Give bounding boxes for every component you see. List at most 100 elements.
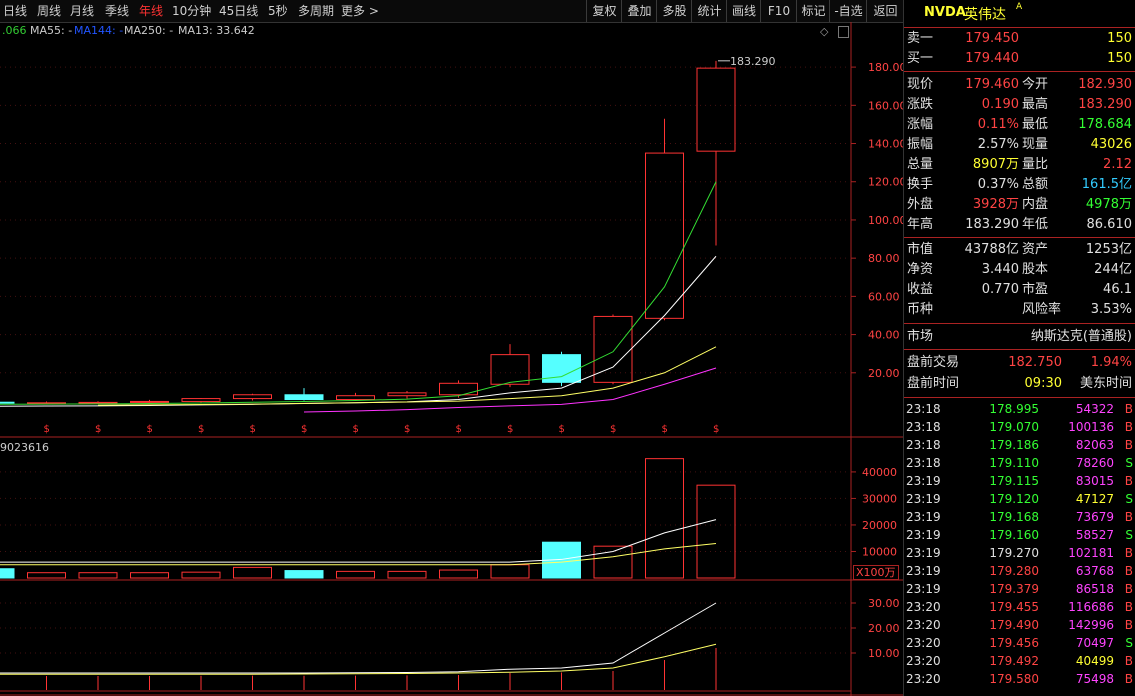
indicator-tick-label: 10.00 <box>868 647 900 660</box>
premarket-price: 182.750 <box>1008 355 1062 370</box>
tool-button-0[interactable]: 复权 <box>586 0 622 22</box>
bid-label: 买一 <box>907 51 934 66</box>
volume-bar <box>645 458 684 579</box>
period-tab-9[interactable]: 更多 > <box>341 0 379 22</box>
tool-button-7[interactable]: -自选 <box>829 0 867 22</box>
tick-time: 23:20 <box>906 600 941 614</box>
period-tab-6[interactable]: 45日线 <box>219 0 258 22</box>
trade-tick-row: 23:18 179.070 100136 B <box>904 418 1135 436</box>
tick-side: S <box>1125 528 1133 542</box>
tick-volume: 58527 <box>1075 528 1114 542</box>
volume-legend: 9023616 <box>0 441 49 454</box>
bid-price: 179.440 <box>965 51 1019 66</box>
tick-side: B <box>1124 402 1133 416</box>
trade-tick-row: 23:19 179.270 102181 B <box>904 544 1135 562</box>
tick-price: 179.186 <box>989 438 1039 452</box>
tick-side: S <box>1125 492 1133 506</box>
premarket-time-label: 盘前时间 <box>907 376 960 391</box>
candle-body <box>130 400 169 403</box>
candlestick-chart[interactable]: 180.00 160.00 140.00 120.00 100.00 80.00 60.00… <box>0 22 903 696</box>
market-row: 市场 纳斯达克(普通股) <box>904 327 1135 347</box>
tick-time: 23:19 <box>906 564 941 578</box>
premarket-row: 盘前交易 182.750 1.94% <box>904 353 1135 373</box>
tick-time: 23:19 <box>906 492 941 506</box>
tick-side: B <box>1124 654 1133 668</box>
dividend-marker: $ <box>507 424 513 435</box>
period-tab-8[interactable]: 多周期 <box>298 0 334 22</box>
tick-time: 23:18 <box>906 438 941 452</box>
volume-tick-label: 20000 <box>862 519 897 532</box>
dividend-marker: $ <box>404 424 410 435</box>
tool-button-2[interactable]: 多股 <box>656 0 692 22</box>
period-tab-4[interactable]: 年线 <box>139 0 163 22</box>
quote-label: 内盘 <box>1022 197 1049 212</box>
ask-label: 卖一 <box>907 31 934 46</box>
tick-volume: 142996 <box>1068 618 1114 632</box>
tick-volume: 75498 <box>1075 672 1114 686</box>
candle-body <box>645 152 684 319</box>
quote-value: 4978万 <box>1085 197 1132 212</box>
quote-value: 0.190 <box>981 97 1019 112</box>
tick-time: 23:19 <box>906 546 941 560</box>
premarket-zone: 美东时间 <box>1079 376 1132 391</box>
fund-label: 风险率 <box>1022 302 1062 317</box>
tick-price: 179.492 <box>989 654 1039 668</box>
quote-row: 涨跌 0.190 最高 183.290 <box>904 95 1135 115</box>
fund-value: 1253亿 <box>1085 242 1132 257</box>
indicator-tick-label: 20.00 <box>868 622 900 635</box>
tick-time: 23:18 <box>906 402 941 416</box>
tick-time: 23:18 <box>906 420 941 434</box>
tool-button-4[interactable]: 画线 <box>726 0 761 22</box>
tick-side: B <box>1124 420 1133 434</box>
dividend-marker: $ <box>301 424 307 435</box>
period-tab-0[interactable]: 日线 <box>3 0 27 22</box>
tick-volume: 70497 <box>1075 636 1114 650</box>
fund-value: 0.770 <box>981 282 1019 297</box>
tick-side: B <box>1124 510 1133 524</box>
tool-button-8[interactable]: 返回 <box>866 0 904 22</box>
volume-bar <box>387 570 427 579</box>
period-tab-1[interactable]: 周线 <box>37 0 61 22</box>
tick-price: 179.120 <box>989 492 1039 506</box>
volume-ma-yellow <box>0 543 717 566</box>
trade-tick-row: 23:19 179.379 86518 B <box>904 580 1135 598</box>
period-tab-2[interactable]: 月线 <box>70 0 94 22</box>
tool-button-5[interactable]: F10 <box>760 0 797 22</box>
trade-tick-row: 23:18 179.110 78260 S <box>904 454 1135 472</box>
quote-label: 最高 <box>1022 97 1049 112</box>
quote-label: 年高 <box>907 217 934 232</box>
quote-row: 振幅 2.57% 现量 43026 <box>904 135 1135 155</box>
period-tab-5[interactable]: 10分钟 <box>172 0 211 22</box>
tick-time: 23:18 <box>906 456 941 470</box>
period-tab-7[interactable]: 5秒 <box>268 0 288 22</box>
fund-value: 3.53% <box>1090 302 1132 317</box>
price-tick-label: 180.00 <box>868 61 903 74</box>
tick-volume: 86518 <box>1075 582 1114 596</box>
tick-volume: 102181 <box>1068 546 1114 560</box>
tick-side: B <box>1124 672 1133 686</box>
tick-time: 23:20 <box>906 672 941 686</box>
quote-value: 0.37% <box>977 177 1019 192</box>
tick-time: 23:19 <box>906 510 941 524</box>
quote-label: 最低 <box>1022 117 1049 132</box>
tick-price: 178.995 <box>989 402 1039 416</box>
candle-body <box>284 394 324 401</box>
tick-time: 23:19 <box>906 474 941 488</box>
tool-button-6[interactable]: 标记 <box>796 0 830 22</box>
separator <box>904 237 1135 238</box>
price-tick-label: 160.00 <box>868 99 903 112</box>
quote-label: 外盘 <box>907 197 934 212</box>
tick-volume: 100136 <box>1068 420 1114 434</box>
fund-label: 净资 <box>907 262 934 277</box>
fund-label: 市盈 <box>1022 282 1049 297</box>
price-tick-label: 60.00 <box>868 290 900 303</box>
tool-button-3[interactable]: 统计 <box>691 0 727 22</box>
tool-button-1[interactable]: 叠加 <box>621 0 657 22</box>
trade-tick-row: 23:19 179.168 73679 B <box>904 508 1135 526</box>
dividend-marker: $ <box>353 424 359 435</box>
ask-row: 卖一 179.450 150 <box>904 29 1135 49</box>
volume-bar <box>696 484 736 579</box>
price-tick-label: 120.00 <box>868 176 903 189</box>
quote-value: 178.684 <box>1078 117 1132 132</box>
period-tab-3[interactable]: 季线 <box>105 0 129 22</box>
